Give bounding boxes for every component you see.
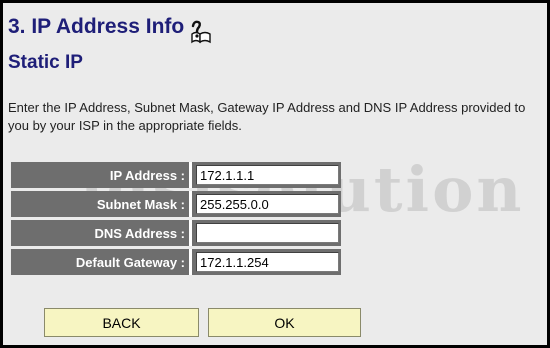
ip-address-input[interactable] xyxy=(196,165,339,185)
static-ip-form: IP Address : Subnet Mask : DNS Address :… xyxy=(11,159,341,278)
default-gateway-input[interactable] xyxy=(196,252,339,272)
form-row-subnet-mask: Subnet Mask : xyxy=(11,191,341,217)
instructions-text: Enter the IP Address, Subnet Mask, Gatew… xyxy=(8,100,526,133)
dns-address-label: DNS Address : xyxy=(11,220,192,246)
connection-type-heading: Static IP xyxy=(8,52,83,73)
dns-address-input[interactable] xyxy=(196,223,339,243)
ip-address-label: IP Address : xyxy=(11,162,192,188)
title-row: 3. IP Address Info xyxy=(8,15,218,44)
ok-button[interactable]: OK xyxy=(208,308,361,337)
back-button[interactable]: BACK xyxy=(44,308,199,337)
ip-address-info-panel: 3. IP Address Info Static IP Enter the I… xyxy=(0,0,550,348)
default-gateway-label: Default Gateway : xyxy=(11,249,192,275)
form-row-dns-address: DNS Address : xyxy=(11,220,341,246)
page-title: 3. IP Address Info xyxy=(8,15,185,38)
help-icon[interactable] xyxy=(190,20,218,44)
subnet-mask-input[interactable] xyxy=(196,194,339,214)
form-row-default-gateway: Default Gateway : xyxy=(11,249,341,275)
form-row-ip-address: IP Address : xyxy=(11,162,341,188)
subnet-mask-label: Subnet Mask : xyxy=(11,191,192,217)
